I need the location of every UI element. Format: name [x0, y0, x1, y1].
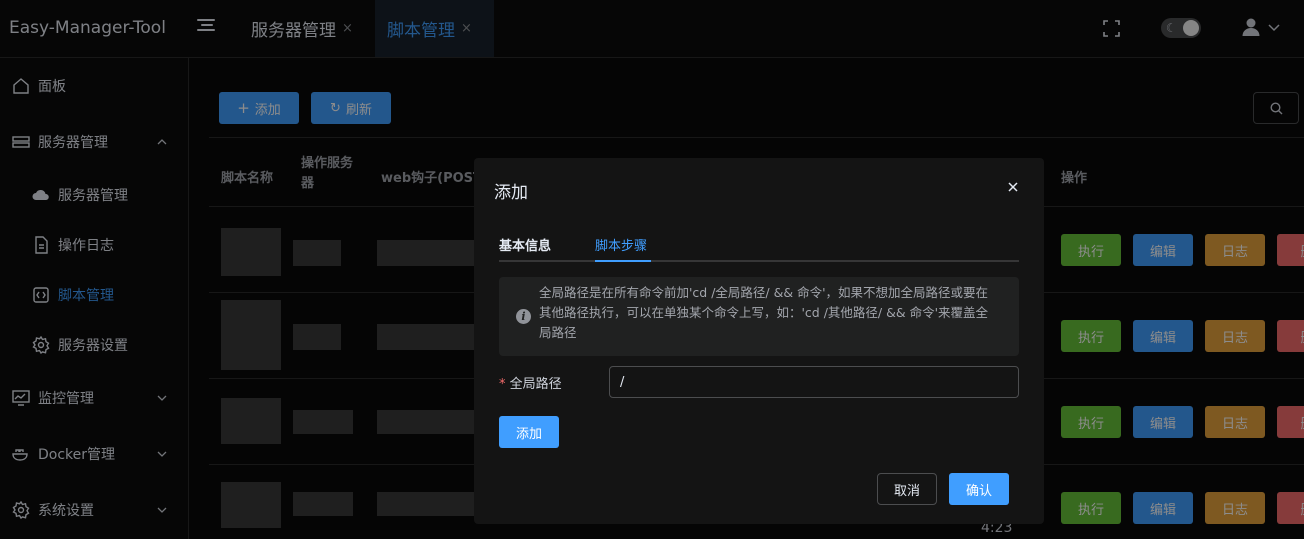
active-tab-indicator	[595, 260, 651, 262]
close-icon[interactable]	[1006, 180, 1020, 194]
info-alert: i 全局路径是在所有命令前加'cd /全局路径/ && 命令'，如果不想加全局路…	[499, 277, 1019, 356]
alert-text: 全局路径是在所有命令前加'cd /全局路径/ && 命令'，如果不想加全局路径或…	[539, 285, 989, 340]
tab-basic-info[interactable]: 基本信息	[499, 235, 551, 254]
add-step-button[interactable]: 添加	[499, 416, 559, 448]
global-path-input[interactable]	[609, 366, 1019, 398]
cancel-button[interactable]: 取消	[877, 473, 937, 505]
tab-script-steps[interactable]: 脚本步骤	[595, 235, 647, 254]
dialog-tabs: 基本信息 脚本步骤	[499, 232, 1019, 262]
info-icon: i	[516, 309, 531, 324]
dialog-title: 添加	[494, 183, 528, 203]
global-path-label: * 全局路径	[499, 373, 562, 392]
confirm-button[interactable]: 确认	[949, 473, 1009, 505]
required-mark: *	[499, 377, 506, 392]
add-script-dialog: 添加 基本信息 脚本步骤 i 全局路径是在所有命令前加'cd /全局路径/ &&…	[474, 158, 1044, 524]
app: Easy-Manager-Tool 服务器管理 × 脚本管理 × ☾ 面板 服务…	[0, 0, 1304, 539]
field-label-text: 全局路径	[509, 377, 562, 392]
